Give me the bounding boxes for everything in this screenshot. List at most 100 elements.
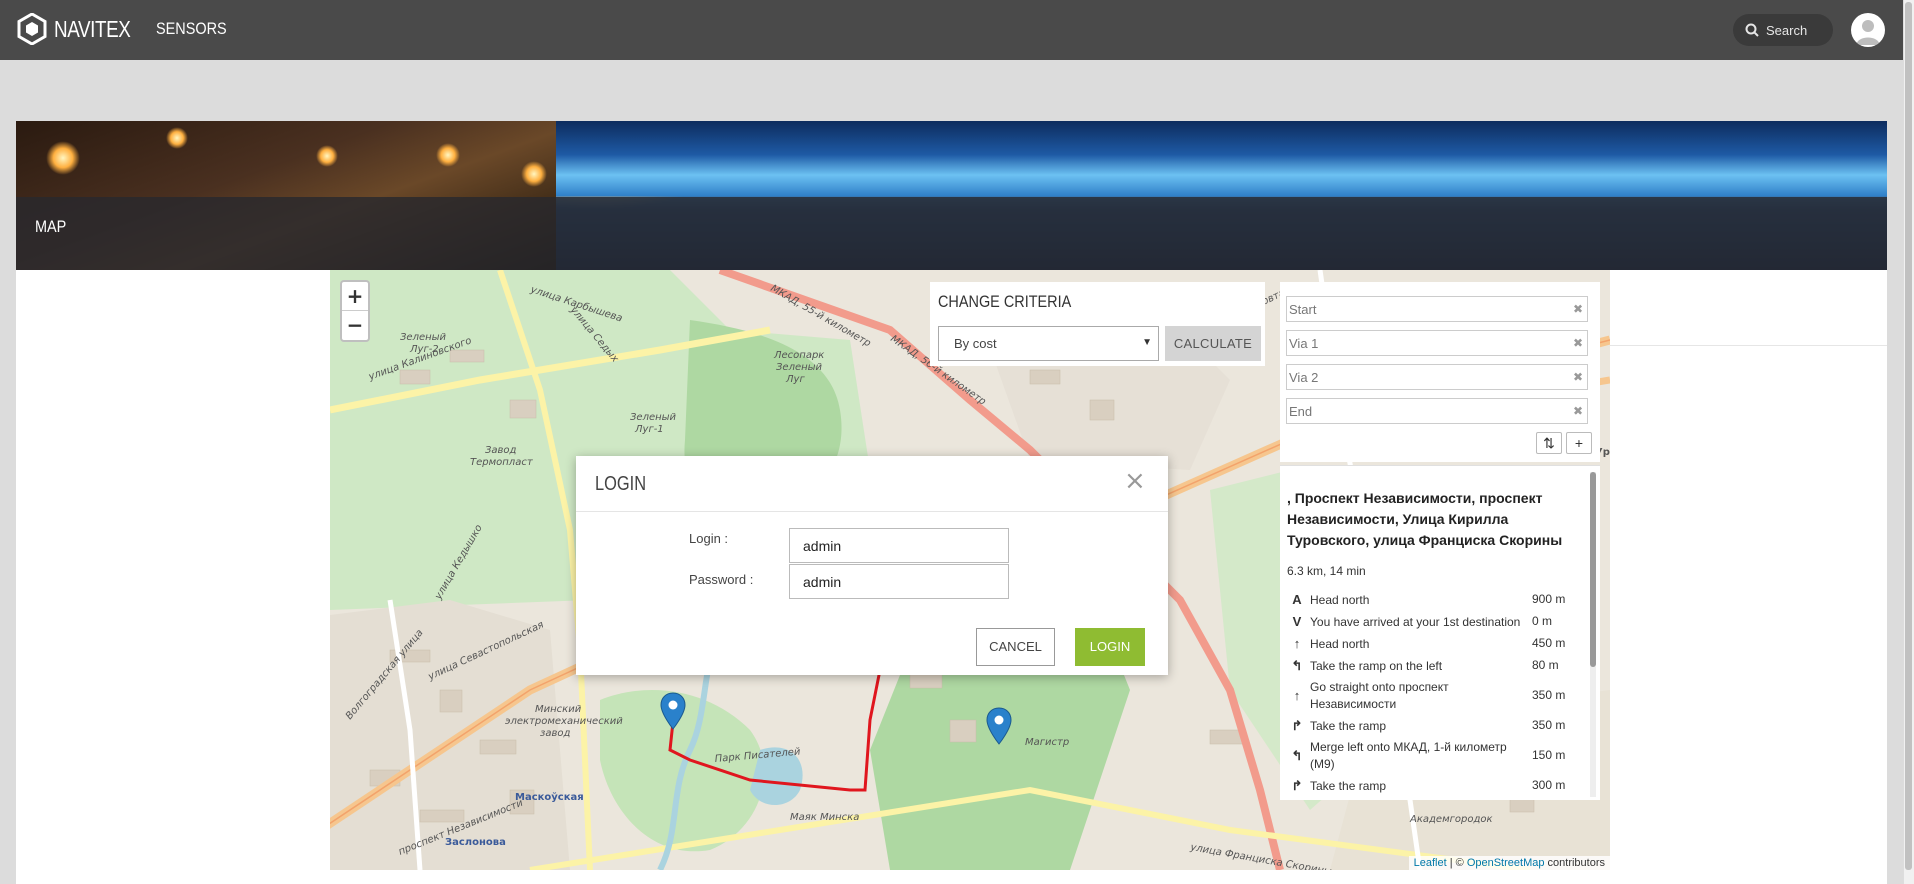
map-marker[interactable]: [660, 692, 686, 730]
svg-text:Зеленый: Зеленый: [630, 412, 677, 423]
svg-text:Минский: Минский: [535, 704, 582, 715]
zoom-in-button[interactable]: +: [342, 282, 368, 311]
step-distance: 150 m: [1532, 748, 1566, 762]
svg-text:Заслонова: Заслонова: [445, 837, 506, 848]
search-box[interactable]: Search: [1733, 14, 1833, 46]
svg-text:Термопласт: Термопласт: [470, 457, 534, 468]
user-icon: [1856, 20, 1880, 45]
cancel-button[interactable]: CANCEL: [976, 628, 1055, 666]
step-text: Merge left onto МКАД, 1-й километр (М9): [1310, 740, 1507, 771]
hero-light: [521, 161, 547, 187]
swap-icon: ⇅: [1543, 435, 1555, 451]
close-icon[interactable]: ×: [1124, 466, 1146, 496]
criteria-select-value: By cost: [954, 336, 997, 351]
login-dialog-title: LOGIN: [595, 473, 647, 495]
svg-text:Магистр: Магистр: [1025, 737, 1069, 748]
waypoint-placeholder: Via 2: [1289, 370, 1319, 385]
nav-sensors-link[interactable]: SENSORS: [156, 19, 227, 39]
step-text: Take the ramp: [1310, 719, 1387, 733]
add-waypoint-button[interactable]: +: [1566, 432, 1592, 454]
svg-text:Зеленый: Зеленый: [776, 362, 823, 373]
itinerary-panel[interactable]: , Проспект Независимости, проспект Незав…: [1280, 465, 1600, 800]
step-distance: 450 m: [1532, 636, 1566, 650]
map-pin-icon: [660, 692, 686, 730]
step-distance: 350 m: [1532, 718, 1566, 732]
svg-text:Маяк Минска: Маяк Минска: [790, 812, 859, 823]
divider: [1610, 345, 1887, 346]
step-distance: 80 m: [1532, 658, 1559, 672]
top-navbar: NAVITEX SENSORS Search: [0, 0, 1903, 60]
svg-text:Завод: Завод: [485, 445, 517, 456]
step-text: Go straight onto проспект Независимости: [1310, 680, 1449, 711]
waypoint-placeholder: Start: [1289, 302, 1317, 317]
itinerary-scrollbar-thumb[interactable]: [1590, 472, 1596, 667]
via-icon: V: [1292, 614, 1302, 629]
brand-logo[interactable]: NAVITEX: [16, 13, 147, 45]
caret-down-icon: ▼: [1142, 337, 1152, 348]
page-scrollbar[interactable]: [1903, 0, 1914, 884]
turn-left-icon: ↰: [1291, 658, 1303, 673]
zoom-out-button[interactable]: −: [342, 311, 368, 340]
step-distance: 350 m: [1532, 688, 1566, 702]
step-text: You have arrived at your 1st destination: [1310, 615, 1521, 629]
osm-link[interactable]: OpenStreetMap: [1467, 857, 1545, 869]
routing-panel: Start ✖ Via 1 ✖ Via 2 ✖ End ✖ ⇅ +: [1280, 282, 1600, 462]
waypoint-via1-input[interactable]: Via 1 ✖: [1286, 330, 1588, 356]
arrow-up-icon: ↑: [1293, 688, 1301, 703]
leaflet-link[interactable]: Leaflet: [1414, 857, 1447, 869]
user-avatar[interactable]: [1851, 13, 1885, 47]
remove-waypoint-icon[interactable]: ✖: [1573, 302, 1583, 316]
page-scrollbar-thumb[interactable]: [1905, 2, 1912, 870]
route-title: , Проспект Независимости, проспект Незав…: [1287, 490, 1563, 548]
criteria-panel: CHANGE CRITERIA By cost ▼ CALCULATE: [930, 282, 1265, 366]
step-distance: 0 m: [1532, 614, 1553, 628]
calculate-button[interactable]: CALCULATE: [1165, 326, 1261, 361]
svg-text:электромеханический: электромеханический: [505, 716, 623, 727]
waypoint-end-input[interactable]: End ✖: [1286, 398, 1588, 424]
turn-left-icon: ↰: [1291, 748, 1303, 763]
password-label: Password :: [689, 572, 754, 587]
svg-text:Академгородок: Академгородок: [1409, 814, 1493, 825]
map-pin-icon: [986, 707, 1012, 745]
svg-text:Лесопарк: Лесопарк: [773, 350, 824, 361]
plus-icon: +: [1574, 435, 1584, 451]
map-attribution: Leaflet | © OpenStreetMap contributors: [1408, 856, 1610, 870]
waypoint-placeholder: End: [1289, 404, 1313, 419]
step-text: Head north: [1310, 593, 1370, 607]
hero-light: [166, 127, 188, 149]
hero-banner: MAP: [16, 121, 1887, 270]
start-icon: A: [1292, 592, 1302, 607]
hero-light: [316, 145, 338, 167]
hero-light: [436, 143, 460, 167]
step-text: Take the ramp: [1310, 779, 1387, 793]
login-button[interactable]: LOGIN: [1075, 628, 1145, 666]
map-marker[interactable]: [986, 707, 1012, 745]
arrow-up-icon: ↑: [1293, 636, 1301, 651]
page-title: MAP: [35, 217, 67, 236]
search-icon: [1745, 23, 1759, 37]
remove-waypoint-icon[interactable]: ✖: [1573, 404, 1583, 418]
attribution-separator: | ©: [1446, 857, 1467, 869]
attribution-suffix: contributors: [1544, 857, 1605, 869]
step-text: Head north: [1310, 637, 1370, 651]
step-distance: 300 m: [1532, 778, 1566, 792]
divider: [576, 511, 1168, 512]
hero-pool-image: [546, 121, 1887, 196]
login-input[interactable]: admin: [789, 528, 1009, 563]
route-summary: 6.3 km, 14 min: [1287, 564, 1366, 578]
criteria-title: CHANGE CRITERIA: [938, 292, 1072, 311]
login-label: Login :: [689, 531, 729, 546]
reverse-waypoints-button[interactable]: ⇅: [1536, 432, 1562, 454]
hero-title-band: [16, 197, 1887, 270]
waypoint-via2-input[interactable]: Via 2 ✖: [1286, 364, 1588, 390]
waypoint-start-input[interactable]: Start ✖: [1286, 296, 1588, 322]
waypoint-placeholder: Via 1: [1289, 336, 1319, 351]
svg-text:Луг: Луг: [785, 374, 805, 385]
criteria-select[interactable]: By cost ▼: [938, 326, 1159, 361]
svg-text:Луг-1: Луг-1: [634, 424, 664, 435]
remove-waypoint-icon[interactable]: ✖: [1573, 370, 1583, 384]
remove-waypoint-icon[interactable]: ✖: [1573, 336, 1583, 350]
hero-light: [46, 141, 80, 175]
password-input[interactable]: admin: [789, 564, 1009, 599]
brand-name: NAVITEX: [54, 15, 131, 42]
